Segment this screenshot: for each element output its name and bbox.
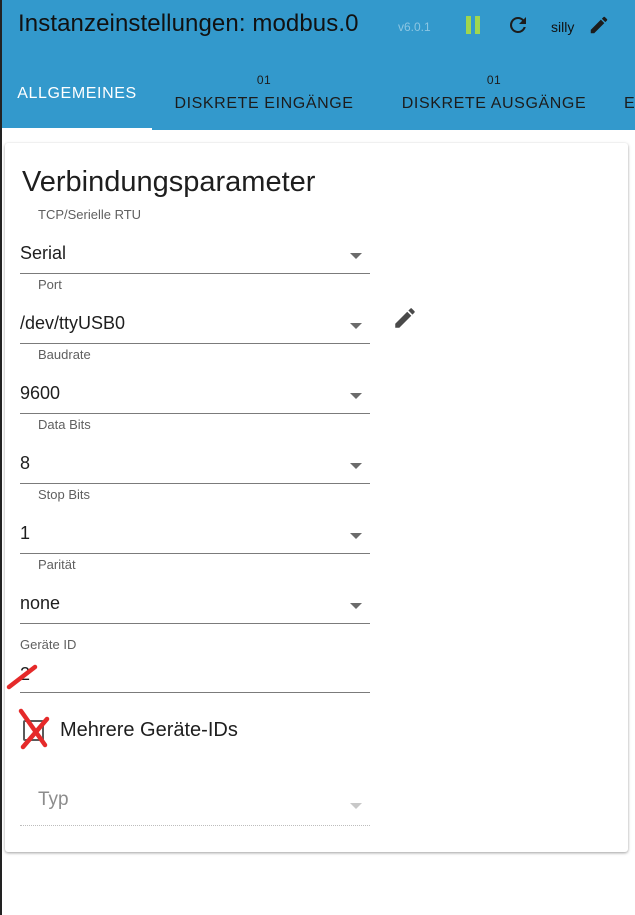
field-value: /dev/ttyUSB0: [20, 313, 126, 333]
connection-type-select[interactable]: TCP/Serielle RTU Serial: [20, 207, 370, 275]
device-id-input[interactable]: Geräte ID 2: [20, 637, 370, 695]
field-label: Geräte ID: [20, 637, 77, 652]
settings-card: Verbindungsparameter TCP/Serielle RTU Se…: [5, 143, 628, 852]
refresh-icon[interactable]: [506, 13, 530, 37]
field-value: 1: [20, 523, 31, 543]
field-underline: [20, 273, 370, 274]
tab-diskrete-eingaenge[interactable]: 01 DISKRETE EINGÄNGE: [164, 55, 364, 130]
field-underline: [20, 825, 370, 826]
field-value: Serial: [20, 243, 67, 263]
tab-bar: ALLGEMEINES 01 DISKRETE EINGÄNGE 01 DISK…: [2, 55, 635, 130]
chevron-down-icon: [350, 393, 362, 399]
red-slash-mark: [6, 664, 38, 690]
chevron-down-icon: [350, 533, 362, 539]
tab-more[interactable]: E: [624, 55, 635, 130]
checkbox-label: Mehrere Geräte-IDs: [60, 719, 238, 741]
typ-placeholder: Typ: [38, 789, 69, 810]
tab-label: ALLGEMEINES: [17, 85, 137, 102]
parity-select[interactable]: Parität none: [20, 557, 370, 625]
tab-count: 01: [256, 73, 272, 87]
port-select[interactable]: Port /dev/ttyUSB0: [20, 277, 370, 345]
tab-label: DISKRETE EINGÄNGE: [174, 95, 354, 112]
tab-label: DISKRETE AUSGÄNGE: [401, 95, 587, 112]
tab-label: E: [624, 95, 635, 112]
field-label: Baudrate: [38, 347, 91, 362]
typ-select[interactable]: Typ: [20, 783, 370, 827]
red-cross-mark: [18, 708, 50, 750]
page-title: Instanzeinstellungen: modbus.0: [18, 10, 359, 37]
edit-port-icon[interactable]: [392, 305, 418, 331]
title-bar: Instanzeinstellungen: modbus.0 v6.0.1 si…: [2, 0, 635, 55]
chevron-down-icon: [350, 253, 362, 259]
version-label: v6.0.1: [398, 20, 431, 34]
baudrate-select[interactable]: Baudrate 9600: [20, 347, 370, 415]
field-underline: [20, 413, 370, 414]
tab-allgemeines[interactable]: ALLGEMEINES: [2, 55, 152, 130]
user-label: silly: [551, 19, 575, 35]
field-underline: [20, 553, 370, 554]
tab-count: 01: [486, 73, 502, 87]
field-underline: [20, 343, 370, 344]
field-label: Port: [38, 277, 62, 292]
field-underline: [20, 483, 370, 484]
chevron-down-icon: [350, 803, 362, 809]
field-underline: [20, 692, 370, 693]
section-title: Verbindungsparameter: [22, 166, 316, 198]
data-bits-select[interactable]: Data Bits 8: [20, 417, 370, 485]
field-label: Data Bits: [38, 417, 91, 432]
field-value: 9600: [20, 383, 61, 403]
chevron-down-icon: [350, 463, 362, 469]
chevron-down-icon: [350, 323, 362, 329]
active-tab-indicator: [2, 128, 152, 130]
chevron-down-icon: [350, 603, 362, 609]
field-underline: [20, 623, 370, 624]
field-label: Parität: [38, 557, 76, 572]
field-label: TCP/Serielle RTU: [38, 207, 142, 222]
field-value: 8: [20, 453, 31, 473]
field-value: none: [20, 593, 61, 613]
tab-diskrete-ausgaenge[interactable]: 01 DISKRETE AUSGÄNGE: [390, 55, 598, 130]
pause-icon[interactable]: [466, 16, 480, 34]
edit-icon[interactable]: [588, 14, 610, 36]
stop-bits-select[interactable]: Stop Bits 1: [20, 487, 370, 555]
field-label: Stop Bits: [38, 487, 91, 502]
